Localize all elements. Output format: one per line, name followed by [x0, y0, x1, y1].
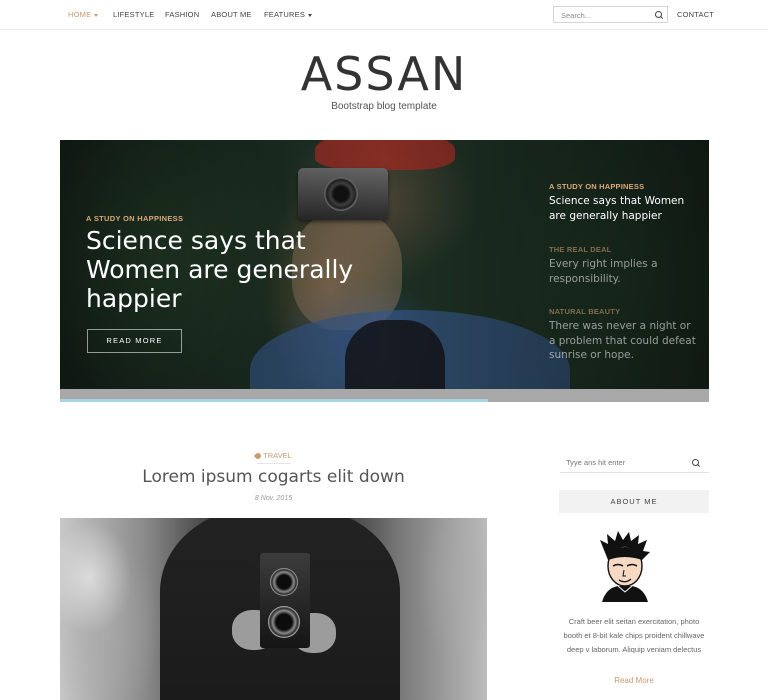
slider-thumb-3[interactable]: NATURAL BEAUTY There was never a night o… [549, 307, 699, 363]
category-divider [257, 463, 291, 464]
slider-thumb-category: THE REAL DEAL [549, 245, 612, 254]
slider-thumb-2[interactable]: THE REAL DEAL Every right implies a resp… [549, 245, 699, 286]
about-me-heading: ABOUT ME [559, 490, 709, 513]
hero-title[interactable]: Science says that Women are generally ha… [86, 226, 386, 313]
post-category[interactable]: TRAVEL [0, 451, 547, 461]
sidebar-search-box [560, 454, 709, 473]
nav-fashion[interactable]: FASHION [165, 10, 199, 19]
caret-down-icon [308, 13, 313, 17]
about-read-more-link[interactable]: Read More [559, 676, 709, 685]
post-title[interactable]: Lorem ipsum cogarts elit down [0, 467, 547, 487]
nav-about-me[interactable]: ABOUT ME [211, 10, 252, 19]
post-category-label: TRAVEL [263, 451, 292, 460]
hero-slider: A STUDY ON HAPPINESS Science says that W… [60, 140, 709, 389]
nav-search-box [553, 6, 668, 23]
avatar-illustration [600, 531, 650, 602]
caret-down-icon [94, 13, 99, 17]
post-date: 8 Nov. 2015 [254, 495, 293, 502]
slider-progress-fill [60, 399, 489, 402]
post-photo-lens [268, 606, 300, 638]
slider-thumb-title: Science says that Women are generally ha… [549, 195, 685, 222]
about-me-text: Craft beer elit seitan exercitation, pho… [563, 617, 705, 654]
nav-features-label: FEATURES [264, 10, 306, 19]
tag-icon [253, 451, 263, 461]
site-logo-text: ASSAN [300, 47, 468, 101]
search-icon[interactable] [692, 459, 700, 467]
search-icon[interactable] [655, 11, 663, 19]
hero-category[interactable]: A STUDY ON HAPPINESS [86, 214, 183, 223]
sidebar-search-input[interactable] [566, 457, 681, 468]
slider-thumb-title: Every right implies a responsibility. [549, 258, 658, 285]
nav-lifestyle[interactable]: LIFESTYLE [113, 10, 154, 19]
slider-thumb-category: A STUDY ON HAPPINESS [549, 182, 645, 191]
top-navbar: HOME LIFESTYLE FASHION ABOUT ME FEATURES… [0, 0, 768, 30]
nav-search-input[interactable] [561, 10, 646, 20]
nav-contact[interactable]: CONTACT [677, 10, 714, 19]
site-logo-title[interactable]: ASSAN [0, 47, 768, 101]
slider-thumb-1[interactable]: A STUDY ON HAPPINESS Science says that W… [549, 182, 699, 223]
post-photo-lens [270, 568, 298, 596]
slider-progress-bar [60, 389, 709, 402]
nav-home[interactable]: HOME [68, 10, 99, 19]
post-featured-image[interactable] [60, 518, 487, 700]
nav-features[interactable]: FEATURES [264, 10, 313, 19]
slider-thumb-title: There was never a night or a problem tha… [549, 320, 696, 361]
read-more-button[interactable]: READ MORE [87, 329, 182, 353]
nav-home-label: HOME [68, 10, 92, 19]
site-tagline: Bootstrap blog template [331, 101, 437, 112]
slider-thumb-category: NATURAL BEAUTY [549, 307, 621, 316]
